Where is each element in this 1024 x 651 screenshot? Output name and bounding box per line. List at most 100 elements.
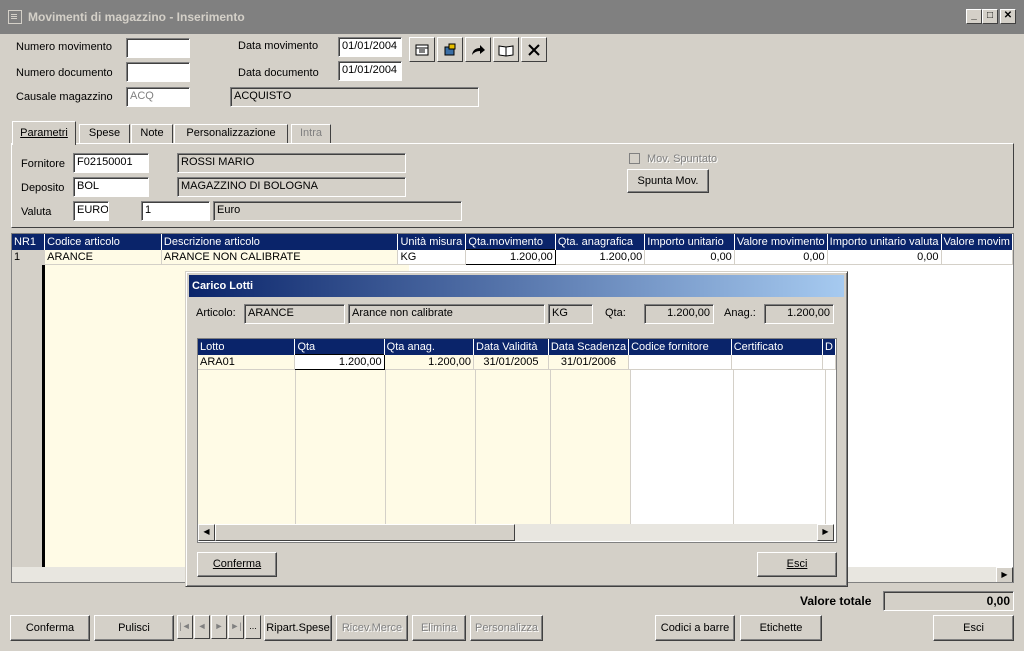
- cell-nr1[interactable]: 1: [12, 249, 46, 265]
- cell-descrizione[interactable]: ARANCE NON CALIBRATE: [161, 249, 399, 265]
- tab-note[interactable]: Note: [131, 124, 173, 143]
- col-data-scadenza[interactable]: Data Scadenza: [548, 339, 630, 355]
- delete-x-icon: [528, 44, 540, 56]
- spunta-mov-button[interactable]: Spunta Mov.: [627, 169, 709, 193]
- cell-codice[interactable]: ARANCE: [44, 249, 162, 265]
- delete-button[interactable]: [521, 37, 547, 62]
- redo-arrow-icon: [472, 45, 485, 55]
- data-documento-field[interactable]: 01/01/2004: [338, 61, 402, 81]
- scroll-left-arrow-icon[interactable]: ◀: [198, 524, 215, 541]
- col-importo-unitario-valuta[interactable]: Importo unitario valuta: [827, 234, 942, 250]
- data-movimento-field[interactable]: 01/01/2004: [338, 37, 402, 57]
- copy-flag-button[interactable]: [437, 37, 463, 62]
- lotti-grid-table: Lotto Qta Qta anag. Data Validità Data S…: [198, 339, 836, 370]
- cell-data-validita[interactable]: 31/01/2005: [473, 354, 549, 370]
- fornitore-code-field[interactable]: F02150001: [73, 153, 149, 173]
- table-row[interactable]: ARA01 1.200,00 1.200,00 31/01/2005 31/01…: [198, 354, 836, 370]
- ripart-spese-button[interactable]: Ripart.Spese: [264, 615, 332, 641]
- causale-code-field[interactable]: ACQ: [126, 87, 190, 107]
- nav-first-icon[interactable]: |◄: [177, 615, 193, 639]
- tab-parametri[interactable]: Parametri: [12, 121, 76, 145]
- scroll-right-arrow-icon[interactable]: ▶: [817, 524, 834, 541]
- col-nr1[interactable]: NR1: [12, 234, 46, 250]
- cell-um[interactable]: KG: [397, 249, 467, 265]
- cell-certificato[interactable]: [731, 354, 824, 370]
- data-documento-label: Data documento: [238, 67, 319, 79]
- personalizza-button[interactable]: Personalizza: [470, 615, 543, 641]
- tab-personalizzazione[interactable]: Personalizzazione: [174, 124, 288, 143]
- cell-valore-movimento[interactable]: 0,00: [734, 249, 828, 265]
- col-importo-unitario[interactable]: Importo unitario: [644, 234, 735, 250]
- col-data-validita[interactable]: Data Validità: [473, 339, 549, 355]
- nav-prev-icon[interactable]: ◄: [194, 615, 210, 639]
- cell-d[interactable]: [822, 354, 836, 370]
- calendar-button[interactable]: [409, 37, 435, 62]
- col-valore-movim[interactable]: Valore movim: [941, 234, 1013, 250]
- nav-next-icon[interactable]: ►: [211, 615, 227, 639]
- tab-label: Note: [140, 127, 164, 139]
- col-lotto[interactable]: Lotto: [198, 339, 296, 355]
- tab-spese[interactable]: Spese: [79, 124, 130, 143]
- cell-qta-anagrafica[interactable]: 1.200,00: [555, 249, 646, 265]
- scroll-right-arrow-icon[interactable]: ▶: [996, 567, 1013, 582]
- scroll-thumb[interactable]: [215, 524, 515, 541]
- conferma-button[interactable]: Conferma: [10, 615, 90, 641]
- dialog-esci-button[interactable]: Esci: [757, 552, 837, 577]
- valuta-num-field[interactable]: 1: [141, 201, 210, 221]
- valuta-label: Valuta: [21, 206, 52, 218]
- cell-importo-unitario[interactable]: 0,00: [644, 249, 735, 265]
- col-qta-anagrafica[interactable]: Qta. anagrafica: [555, 234, 646, 250]
- cell-valore-movim[interactable]: [941, 249, 1013, 265]
- etichette-button[interactable]: Etichette: [740, 615, 822, 641]
- lotti-grid[interactable]: Lotto Qta Qta anag. Data Validità Data S…: [197, 338, 837, 543]
- anag-field: 1.200,00: [764, 304, 834, 324]
- valuta-code-field[interactable]: EURO: [73, 201, 109, 221]
- col-descrizione-articolo[interactable]: Descrizione articolo: [161, 234, 399, 250]
- cell-qta-anag[interactable]: 1.200,00: [384, 354, 475, 370]
- nav-more-icon[interactable]: ...: [245, 615, 261, 639]
- table-row[interactable]: 1 ARANCE ARANCE NON CALIBRATE KG 1.200,0…: [12, 249, 1013, 265]
- numero-documento-label: Numero documento: [16, 67, 113, 79]
- lotti-yellow-area: [198, 355, 631, 525]
- deposito-code-field[interactable]: BOL: [73, 177, 149, 197]
- close-button[interactable]: ✕: [1000, 9, 1016, 24]
- cell-importo-valuta[interactable]: 0,00: [827, 249, 942, 265]
- esci-button[interactable]: Esci: [933, 615, 1014, 641]
- cell-qta-movimento[interactable]: 1.200,00: [465, 249, 556, 265]
- form-icon[interactable]: [8, 10, 22, 24]
- redo-button[interactable]: [465, 37, 491, 62]
- title-bar: Movimenti di magazzino - Inserimento _ □…: [0, 0, 1024, 34]
- numero-documento-field[interactable]: [126, 62, 190, 82]
- col-unita-misura[interactable]: Unità misura: [397, 234, 467, 250]
- tab-intra[interactable]: Intra: [291, 124, 331, 143]
- cell-codice-fornitore[interactable]: [628, 354, 732, 370]
- cell-qta[interactable]: 1.200,00: [294, 354, 385, 370]
- qta-label: Qta:: [605, 307, 626, 319]
- ricev-merce-button[interactable]: Ricev.Merce: [336, 615, 408, 641]
- col-valore-movimento[interactable]: Valore movimento: [734, 234, 828, 250]
- col-codice-fornitore[interactable]: Codice fornitore: [628, 339, 732, 355]
- elimina-button[interactable]: Elimina: [412, 615, 466, 641]
- mov-spuntato-checkbox[interactable]: [629, 153, 640, 164]
- lotti-hscrollbar[interactable]: ◀ ▶: [198, 524, 834, 541]
- nav-last-icon[interactable]: ►|: [228, 615, 244, 639]
- cell-data-scadenza[interactable]: 31/01/2006: [548, 354, 630, 370]
- maximize-button[interactable]: □: [982, 9, 998, 24]
- causale-desc-field: ACQUISTO: [230, 87, 479, 107]
- col-qta-anag[interactable]: Qta anag.: [384, 339, 475, 355]
- valore-totale-field: 0,00: [883, 591, 1014, 611]
- pulisci-button[interactable]: Pulisci: [94, 615, 174, 641]
- numero-movimento-field[interactable]: [126, 38, 190, 58]
- col-codice-articolo[interactable]: Codice articolo: [44, 234, 162, 250]
- codici-barre-button[interactable]: Codici a barre: [655, 615, 735, 641]
- carico-lotti-dialog: Carico Lotti Articolo: ARANCE Arance non…: [185, 271, 848, 587]
- col-certificato[interactable]: Certificato: [731, 339, 824, 355]
- col-qta[interactable]: Qta: [294, 339, 385, 355]
- minimize-button[interactable]: _: [966, 9, 982, 24]
- col-qta-movimento[interactable]: Qta.movimento: [465, 234, 556, 250]
- cell-lotto[interactable]: ARA01: [198, 354, 296, 370]
- col-d[interactable]: D: [822, 339, 836, 355]
- dialog-conferma-button[interactable]: Conferma: [197, 552, 277, 577]
- book-button[interactable]: [493, 37, 519, 62]
- tab-label: Spese: [88, 127, 121, 139]
